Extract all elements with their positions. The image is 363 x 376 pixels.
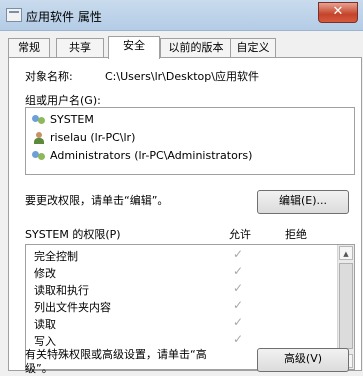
- permission-name: 读取: [34, 318, 56, 331]
- permission-row: 修改 ✓: [26, 264, 326, 280]
- permission-name: 完全控制: [34, 250, 78, 263]
- advanced-button[interactable]: 高级(V): [257, 348, 349, 372]
- allow-check-icon: ✓: [232, 298, 244, 312]
- permission-name: 修改: [34, 267, 56, 280]
- deny-empty: [282, 247, 296, 261]
- tab-security[interactable]: 安全: [108, 36, 160, 59]
- permission-row: 读取 ✓: [26, 315, 326, 331]
- tab-sharing[interactable]: 共享: [56, 38, 104, 57]
- user-name: Administrators (lr-PC\Administrators): [50, 149, 253, 162]
- permissions-header: SYSTEM 的权限(P): [25, 228, 121, 241]
- permission-row: 列出文件夹内容 ✓: [26, 298, 326, 314]
- group-users-label: 组或用户名(G):: [25, 94, 101, 107]
- tab-customize[interactable]: 自定义: [230, 38, 276, 57]
- group-icon: [32, 149, 46, 163]
- tab-previous-versions[interactable]: 以前的版本: [160, 38, 232, 57]
- permission-name: 列出文件夹内容: [34, 301, 111, 314]
- user-name: riselau (lr-PC\lr): [50, 131, 136, 144]
- tab-general[interactable]: 常规: [8, 38, 50, 57]
- special-permission-hint-cont: 级”。: [25, 362, 53, 375]
- user-name: SYSTEM: [50, 113, 94, 126]
- tab-bar: 常规 共享 安全 以前的版本 自定义: [8, 36, 363, 59]
- security-panel: 对象名称: C:\Users\lr\Desktop\应用软件 组或用户名(G):…: [8, 57, 362, 375]
- folder-properties-icon: [6, 8, 22, 22]
- allow-check-icon: ✓: [232, 315, 244, 329]
- change-permission-hint: 要更改权限，请单击“编辑”。: [25, 194, 169, 207]
- deny-header: 拒绝: [285, 228, 307, 241]
- close-button[interactable]: ✕: [318, 2, 358, 23]
- title-bar: 应用软件 属性 ✕: [0, 0, 363, 31]
- object-name-value: C:\Users\lr\Desktop\应用软件: [105, 70, 259, 83]
- object-name-label: 对象名称:: [25, 70, 73, 83]
- scroll-thumb[interactable]: [339, 263, 353, 349]
- allow-header: 允许: [229, 228, 251, 241]
- permission-row: 完全控制 ✓: [26, 247, 326, 263]
- permission-row: 读取和执行 ✓: [26, 281, 326, 297]
- scroll-up-icon[interactable]: ▲: [339, 246, 353, 260]
- allow-check-icon: ✓: [232, 281, 244, 295]
- deny-empty: [282, 332, 296, 346]
- window-title: 应用软件 属性: [26, 10, 102, 24]
- deny-empty: [282, 264, 296, 278]
- permission-name: 读取和执行: [34, 284, 89, 297]
- deny-empty: [282, 298, 296, 312]
- deny-empty: [282, 281, 296, 295]
- user-icon: [32, 131, 46, 145]
- edit-button[interactable]: 编辑(E)...: [257, 190, 349, 214]
- deny-empty: [282, 315, 296, 329]
- users-list[interactable]: SYSTEM riselau (lr-PC\lr) Administrators…: [25, 107, 355, 175]
- group-icon: [32, 113, 46, 127]
- allow-check-icon: ✓: [232, 332, 244, 346]
- allow-check-icon: ✓: [232, 247, 244, 261]
- allow-check-icon: ✓: [232, 264, 244, 278]
